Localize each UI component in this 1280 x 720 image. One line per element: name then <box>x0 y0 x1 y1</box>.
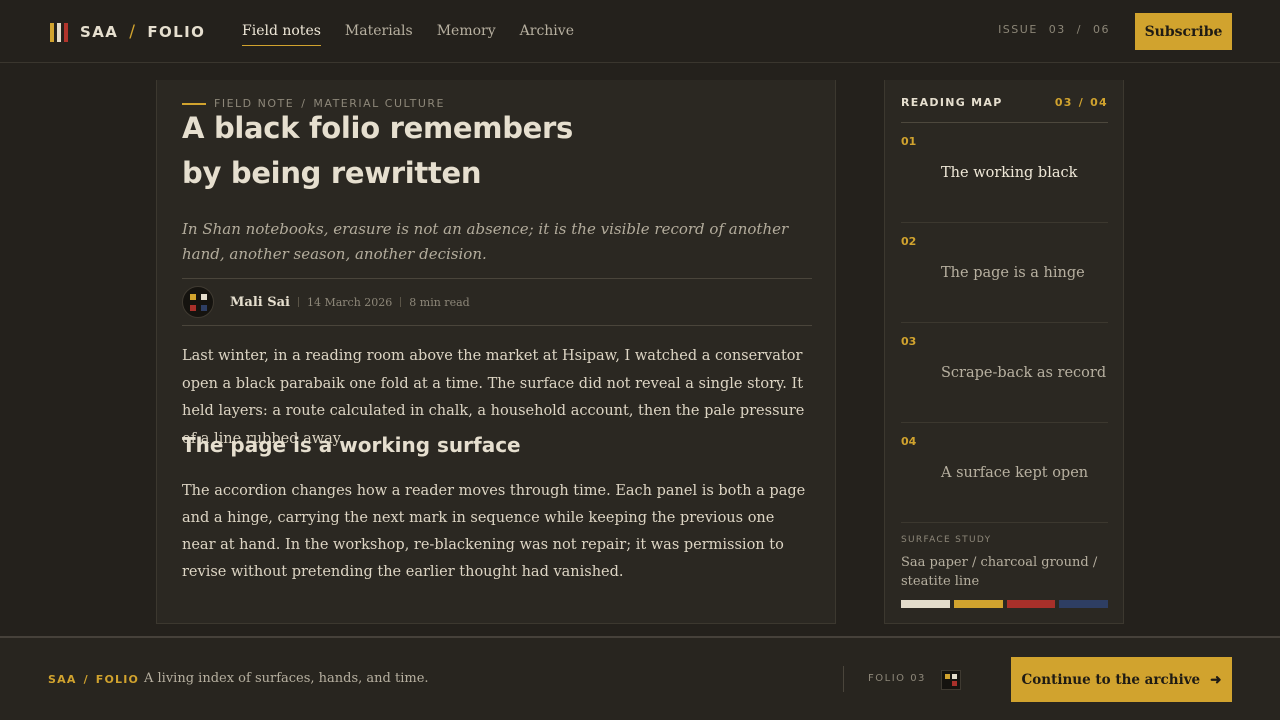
issue-separator: / <box>1076 23 1082 36</box>
progress-current: 03 <box>1054 96 1073 109</box>
reading-map-progress: 03 / 04 <box>1055 96 1108 109</box>
folio-label: FOLIO 03 <box>868 673 926 684</box>
issue-indicator: ISSUE 03 / 06 <box>998 23 1110 36</box>
issue-total: 06 <box>1093 23 1110 36</box>
continue-to-archive-button[interactable]: Continue to the archive ➜ <box>1011 657 1232 702</box>
site-logo[interactable]: SAA / FOLIO <box>50 22 205 42</box>
author-name[interactable]: Mali Sai <box>230 295 290 310</box>
nav-field-notes[interactable]: Field notes <box>242 23 321 46</box>
arrow-right-icon: ➜ <box>1210 671 1222 688</box>
publish-date: 14 March 2026 <box>306 295 393 309</box>
subscribe-button[interactable]: Subscribe <box>1135 13 1232 50</box>
footer-divider <box>843 666 844 692</box>
reading-map-item-3[interactable]: 03 Scrape-back as record <box>901 323 1108 423</box>
article-subheading: The page is a working surface <box>182 433 521 457</box>
main-nav: Field notes Materials Memory Archive <box>242 23 574 46</box>
top-bar: SAA / FOLIO Field notes Materials Memory… <box>0 0 1280 63</box>
logo-word-saa: SAA <box>80 23 119 41</box>
reading-map-header: READING MAP 03 / 04 <box>901 96 1108 123</box>
footer-tagline: A living index of surfaces, hands, and t… <box>144 671 429 686</box>
kicker-rule <box>182 102 206 105</box>
surface-study-label: SURFACE STUDY <box>901 535 992 545</box>
author-avatar[interactable] <box>182 286 214 318</box>
footer-brand[interactable]: SAA / FOLIO <box>48 673 139 686</box>
reading-map-item-1[interactable]: 01 The working black <box>901 123 1108 223</box>
footer-brand-separator: / <box>83 673 89 686</box>
reading-map-item-2[interactable]: 02 The page is a hinge <box>901 223 1108 323</box>
swatch-gold <box>953 600 1003 608</box>
article-card: FIELD NOTE / MATERIAL CULTURE A black fo… <box>156 80 836 624</box>
reading-map-panel: READING MAP 03 / 04 01 The working black 0… <box>884 80 1124 624</box>
nav-memory[interactable]: Memory <box>437 23 496 46</box>
map-item-label: The page is a hinge <box>941 265 1085 281</box>
progress-total: 04 <box>1090 96 1108 109</box>
article-dek: In Shan notebooks, erasure is not an abs… <box>182 220 789 263</box>
map-item-number: 03 <box>901 335 917 348</box>
issue-label: ISSUE <box>998 23 1038 36</box>
read-time: 8 min read <box>409 295 470 309</box>
logo-bars-icon <box>50 22 68 42</box>
reading-map-item-4[interactable]: 04 A surface kept open <box>901 423 1108 523</box>
progress-separator: / <box>1078 96 1085 109</box>
map-item-number: 02 <box>901 235 917 248</box>
folio-mark-icon <box>941 670 961 690</box>
meta-divider <box>297 297 299 307</box>
swatch-red <box>1006 600 1056 608</box>
map-item-number: 04 <box>901 435 917 448</box>
footer-bar: SAA / FOLIO A living index of surfaces, ha… <box>0 636 1280 720</box>
map-item-label: The working black <box>941 165 1078 181</box>
swatch-paper <box>901 600 950 608</box>
swatch-blue <box>1059 600 1108 608</box>
surface-study-text: Saa paper / charcoal ground / steatite l… <box>901 555 1098 589</box>
footer-brand-folio: FOLIO <box>95 673 140 686</box>
map-item-number: 01 <box>901 135 917 148</box>
article-paragraph-2: The accordion changes how a reader moves… <box>182 483 806 580</box>
map-item-label: Scrape-back as record <box>941 365 1107 381</box>
map-item-label: A surface kept open <box>941 465 1089 481</box>
nav-materials[interactable]: Materials <box>345 23 413 46</box>
byline: Mali Sai 14 March 2026 8 min read <box>182 278 812 326</box>
article-title-line-1: A black folio remembers <box>182 111 573 145</box>
continue-label: Continue to the archive <box>1021 671 1201 688</box>
color-swatches <box>901 600 1108 608</box>
meta-divider <box>400 297 402 307</box>
nav-archive[interactable]: Archive <box>520 23 574 46</box>
logo-separator: / <box>129 22 137 42</box>
footer-brand-saa: SAA <box>48 673 77 686</box>
reading-map-title: READING MAP <box>901 96 1003 109</box>
logo-word-folio: FOLIO <box>147 23 206 41</box>
article-title-line-2: by being rewritten <box>182 156 482 190</box>
issue-current: 03 <box>1048 23 1066 36</box>
article-title: A black folio remembers by being rewritt… <box>182 106 782 196</box>
